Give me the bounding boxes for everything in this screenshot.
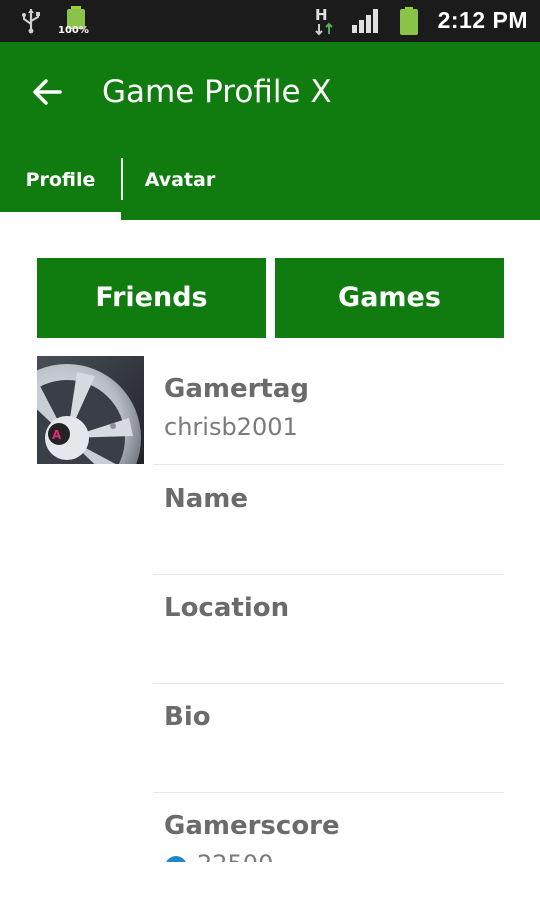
svg-text:A: A [52,428,62,442]
page-title: Game Profile X [102,74,332,110]
tab-profile[interactable]: Profile [0,160,121,220]
field-label-gamertag: Gamertag [164,374,310,404]
divider [153,792,504,793]
avatar: A [37,356,144,464]
tab-avatar[interactable]: Avatar [122,160,238,220]
usb-icon [22,9,40,34]
gamertag-field: Gamertag chrisb2001 [153,372,504,465]
divider [153,574,504,575]
battery-icon [400,7,418,35]
app-bar: Game Profile X Profile Avatar [0,42,540,220]
status-time: 2:12 PM [437,7,528,33]
field-label-gamerscore: Gamerscore [164,811,340,841]
wheel-gamerpic: A [37,356,144,464]
friends-button[interactable]: Friends [37,258,266,338]
status-bar: 100% H 2:12 PM [0,0,540,42]
signal-icon [352,9,378,33]
scroll-clip [0,862,540,900]
arrow-left-icon[interactable] [28,70,68,114]
games-button[interactable]: Games [275,258,504,338]
tab-selected-indicator [0,212,121,220]
screen: 100% H 2:12 PM Game Profile X Profile Av… [0,0,540,900]
network-h-icon: H [315,6,333,36]
name-field: Name [153,482,504,575]
network-letter: H [315,6,328,24]
field-label-name: Name [164,484,249,514]
divider [153,464,504,465]
field-label-location: Location [164,593,290,623]
bio-field: Bio [153,700,504,793]
divider [153,683,504,684]
field-label-bio: Bio [164,702,211,732]
location-field: Location [153,591,504,684]
battery-percent-label: 100% [58,25,89,36]
field-value-gamertag: chrisb2001 [164,413,298,441]
